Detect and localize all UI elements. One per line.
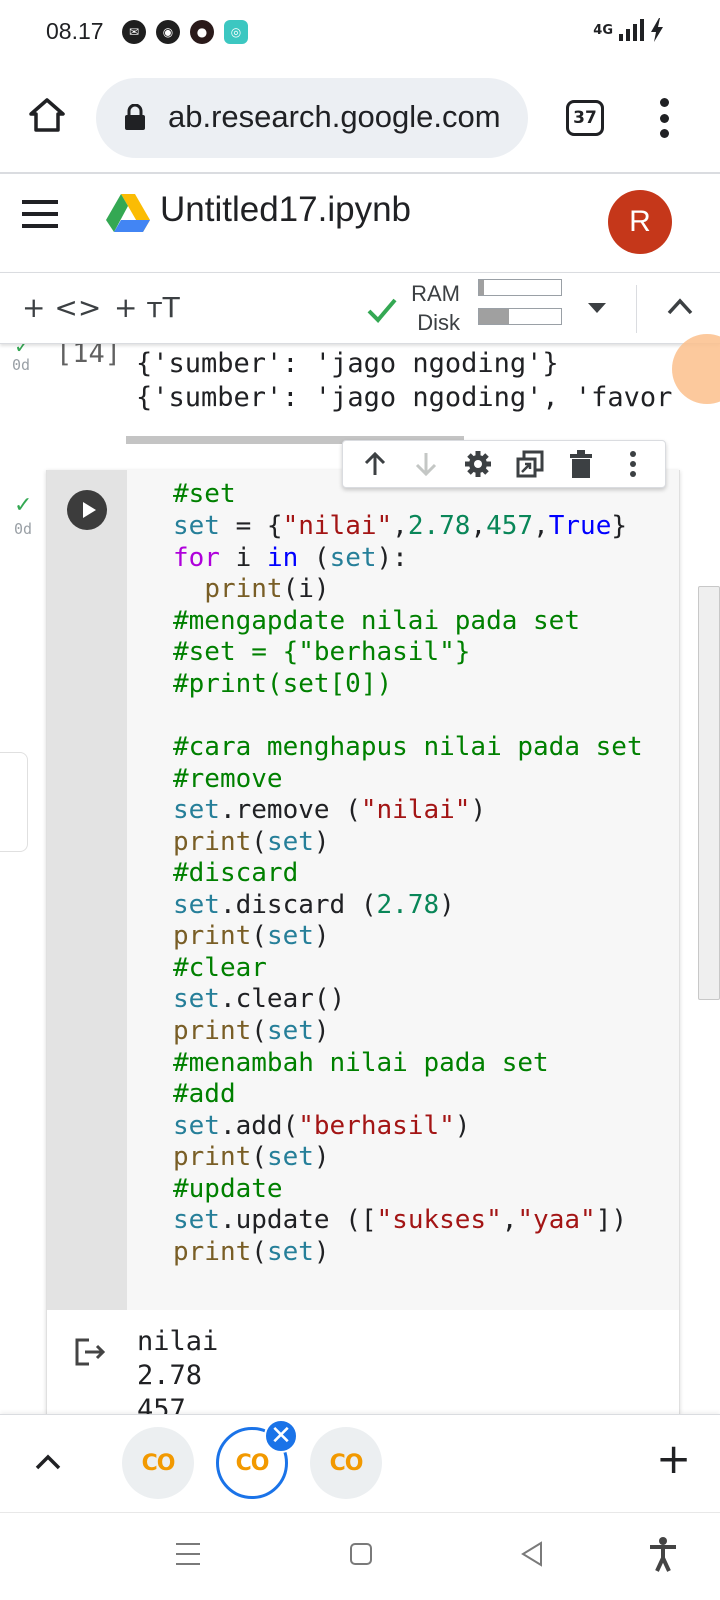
recent-apps-icon[interactable] (176, 1543, 200, 1565)
mirror-cell-icon[interactable] (513, 447, 547, 481)
disk-usage-fill (479, 309, 509, 324)
code-line: #set (173, 479, 236, 509)
code-line: #mengapdate nilai pada set (173, 606, 580, 636)
code-line: #set = {"berhasil"} (173, 637, 471, 667)
code-line: #cara menghapus nilai pada set (173, 732, 643, 762)
add-code-cell-button[interactable]: + <> (22, 291, 101, 324)
lock-icon (125, 104, 145, 130)
colab-toolbar: + <> + тT RAM Disk (0, 272, 720, 344)
code-line: print(i) (204, 574, 330, 604)
collapse-toolbar-icon[interactable] (666, 295, 694, 317)
connected-check-icon[interactable] (366, 295, 398, 325)
status-bar: 08.17 ✉ ◉ ● ◎ 4G (0, 0, 720, 62)
output-line: {'sumber': 'jago ngoding', 'favor (136, 382, 673, 413)
new-tab-button[interactable]: + (656, 1437, 691, 1481)
tab-switcher-button[interactable]: 37 (566, 100, 604, 136)
more-vert-icon[interactable] (616, 447, 650, 481)
security-app-icon: ● (190, 20, 214, 44)
ram-usage-fill (479, 280, 484, 295)
execution-count: [14] (56, 344, 122, 369)
output-line: {'sumber': 'jago ngoding'} (136, 348, 559, 379)
browser-toolbar: ab.research.google.com 37 (0, 62, 720, 174)
code-line: print(set) (173, 921, 330, 951)
code-line: set.clear() (173, 984, 346, 1014)
cell-toolbar (342, 440, 666, 488)
run-cell-button[interactable] (67, 490, 107, 530)
cell-check-icon: ✓ (14, 492, 33, 517)
google-drive-logo[interactable] (106, 194, 150, 234)
code-line: #menambah nilai pada set (173, 1048, 549, 1078)
code-line: #print(set[0]) (173, 669, 393, 699)
home-nav-icon[interactable] (350, 1543, 372, 1565)
accessibility-icon[interactable] (648, 1537, 678, 1573)
previous-cell-output: ✓ 0d [14] {'sumber': 'jago ngoding'} {'s… (0, 344, 720, 450)
code-line: set.remove ("nilai") (173, 795, 487, 825)
cell-output: nilai 2.78 457 (47, 1310, 679, 1414)
move-down-icon[interactable] (409, 447, 443, 481)
back-icon[interactable] (520, 1541, 544, 1567)
app-notification-icon: ◉ (156, 20, 180, 44)
code-line: set.add("berhasil") (173, 1111, 471, 1141)
code-editor[interactable]: #set set = {"nilai",2.78,457,True} for i… (127, 470, 679, 1310)
tab-thumbnail[interactable]: CO (122, 1427, 194, 1499)
teal-app-icon: ◎ (224, 20, 248, 44)
code-line: set.update (["sukses","yaa"]) (173, 1205, 627, 1235)
add-text-cell-button[interactable]: + тT (114, 291, 180, 324)
home-icon[interactable] (28, 96, 66, 134)
charging-icon (651, 18, 663, 42)
browser-menu-icon[interactable] (656, 98, 672, 138)
side-panel-handle[interactable] (0, 752, 28, 852)
code-line: set = {"nilai",2.78,457,True} (173, 511, 628, 541)
network-type-label: 4G (593, 22, 613, 38)
status-time: 08.17 (46, 18, 104, 44)
code-line: print(set) (173, 1016, 330, 1046)
tab-strip: CO CO ✕ CO + (0, 1414, 720, 1512)
close-tab-icon[interactable]: ✕ (264, 1419, 298, 1453)
ram-label: RAM (411, 281, 460, 306)
url-text: ab.research.google.com (168, 99, 501, 134)
output-line: nilai (137, 1326, 219, 1357)
address-bar[interactable]: ab.research.google.com (96, 78, 528, 158)
vertical-scrollbar[interactable] (698, 586, 720, 1000)
signal-indicator: 4G (593, 18, 664, 42)
disk-label: Disk (417, 310, 460, 335)
colab-header: Untitled17.ipynb R (0, 176, 720, 266)
code-line: print(set) (173, 1142, 330, 1172)
toolbar-divider (636, 285, 637, 333)
tab-thumbnail[interactable]: CO (310, 1427, 382, 1499)
code-line: print(set) (173, 1237, 330, 1267)
code-line: for i in (set): (173, 543, 408, 573)
cell-gutter (47, 470, 127, 1310)
code-cell[interactable]: #set set = {"nilai",2.78,457,True} for i… (46, 470, 680, 1414)
disk-usage-bar[interactable] (478, 308, 562, 325)
signal-bars-icon (619, 19, 644, 41)
code-line: set.discard (2.78) (173, 890, 455, 920)
ram-usage-bar[interactable] (478, 279, 562, 296)
messenger-icon: ✉ (122, 20, 146, 44)
code-line: #clear (173, 953, 267, 983)
move-up-icon[interactable] (358, 447, 392, 481)
previous-cell-time: 0d (12, 356, 31, 374)
notebook-title[interactable]: Untitled17.ipynb (160, 190, 411, 230)
code-line: print(set) (173, 827, 330, 857)
delete-icon[interactable] (564, 447, 598, 481)
settings-gear-icon[interactable] (461, 447, 495, 481)
notification-icons: ✉ ◉ ● ◎ (122, 20, 248, 44)
output-options-icon[interactable] (73, 1336, 107, 1368)
code-line: #remove (173, 764, 283, 794)
output-line: 2.78 (137, 1360, 203, 1391)
code-line: #discard (173, 858, 299, 888)
hamburger-menu-icon[interactable] (22, 200, 58, 228)
resource-labels[interactable]: RAM Disk (410, 279, 460, 337)
cell-run-time: 0d (14, 520, 33, 538)
system-nav-bar (0, 1512, 720, 1600)
expand-tabs-icon[interactable] (34, 1451, 62, 1473)
user-avatar[interactable]: R (608, 190, 672, 254)
cell-status: ✓ 0d (14, 492, 32, 538)
output-line: 457 (137, 1394, 186, 1414)
resources-dropdown-icon[interactable] (588, 303, 606, 313)
code-line: #add (173, 1079, 236, 1109)
code-line: #update (173, 1174, 283, 1204)
